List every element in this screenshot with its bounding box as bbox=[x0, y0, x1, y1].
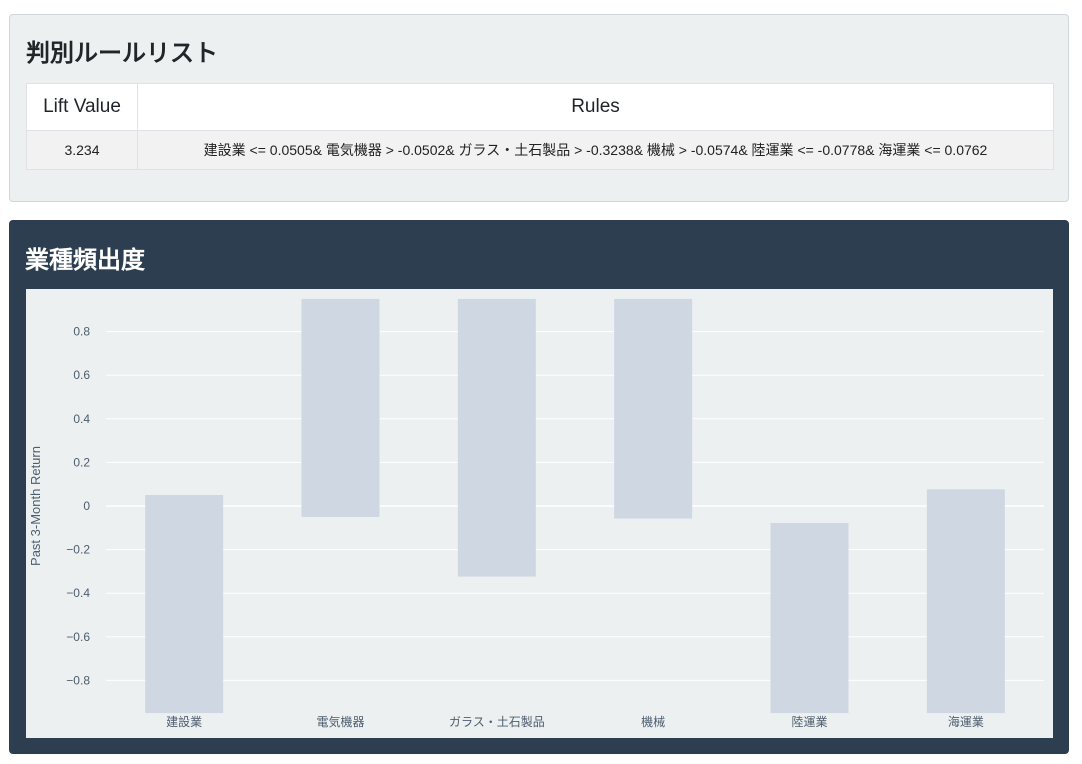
bar-2[interactable] bbox=[301, 298, 380, 517]
y-tick-label: 0.2 bbox=[73, 455, 90, 469]
x-tick-label: 電気機器 bbox=[316, 714, 364, 729]
bar-4[interactable] bbox=[614, 298, 693, 519]
x-tick-label: ガラス・土石製品 bbox=[449, 715, 545, 729]
rules-card: 判別ルールリスト Lift Value Rules 3.234 建設業 <= 0… bbox=[9, 14, 1069, 202]
rules-card-title: 判別ルールリスト bbox=[26, 40, 218, 67]
x-tick-label: 機械 bbox=[641, 714, 665, 729]
x-tick-label: 建設業 bbox=[166, 714, 202, 729]
y-tick-label: 0.8 bbox=[73, 325, 90, 339]
lift-value-cell: 3.234 bbox=[26, 130, 138, 170]
y-tick-label: 0.4 bbox=[73, 412, 90, 426]
bar-5[interactable] bbox=[770, 522, 849, 714]
chart-card: 業種頻出度 0.8 0.6 0.4 0.2 0 −0.2 −0.4 −0.6 −0.8 建設業 電… bbox=[9, 220, 1069, 754]
y-tick-label: −0.4 bbox=[66, 586, 90, 600]
y-tick-label: 0.6 bbox=[73, 368, 90, 382]
rules-table-header: Lift Value Rules bbox=[26, 83, 1054, 131]
lift-value-header[interactable]: Lift Value bbox=[26, 83, 138, 131]
rules-header[interactable]: Rules bbox=[137, 83, 1054, 131]
chart-card-title: 業種頻出度 bbox=[25, 247, 145, 274]
rules-table: Lift Value Rules 3.234 建設業 <= 0.0505& 電気… bbox=[26, 83, 1054, 170]
rule-cell: 建設業 <= 0.0505& 電気機器 > -0.0502& ガラス・土石製品 … bbox=[137, 130, 1054, 170]
bar-3[interactable] bbox=[457, 298, 536, 577]
plot-area: 0.8 0.6 0.4 0.2 0 −0.2 −0.4 −0.6 −0.8 建設業 電気機器 ガラス… bbox=[26, 289, 1053, 738]
y-tick-label: −0.6 bbox=[66, 630, 90, 644]
y-tick-label: −0.2 bbox=[66, 543, 90, 557]
x-tick-label: 陸運業 bbox=[791, 715, 827, 729]
x-tick-label: 海運業 bbox=[948, 714, 984, 729]
y-axis-label: Past 3-Month Return bbox=[28, 446, 43, 566]
bar-1[interactable] bbox=[145, 494, 224, 714]
bar-chart[interactable]: 0.8 0.6 0.4 0.2 0 −0.2 −0.4 −0.6 −0.8 建設業 電気機器 ガラス… bbox=[26, 289, 1053, 738]
table-row: 3.234 建設業 <= 0.0505& 電気機器 > -0.0502& ガラス… bbox=[26, 130, 1054, 170]
y-tick-label: −0.8 bbox=[66, 673, 90, 687]
bar-6[interactable] bbox=[926, 489, 1005, 714]
y-tick-label: 0 bbox=[83, 499, 90, 513]
